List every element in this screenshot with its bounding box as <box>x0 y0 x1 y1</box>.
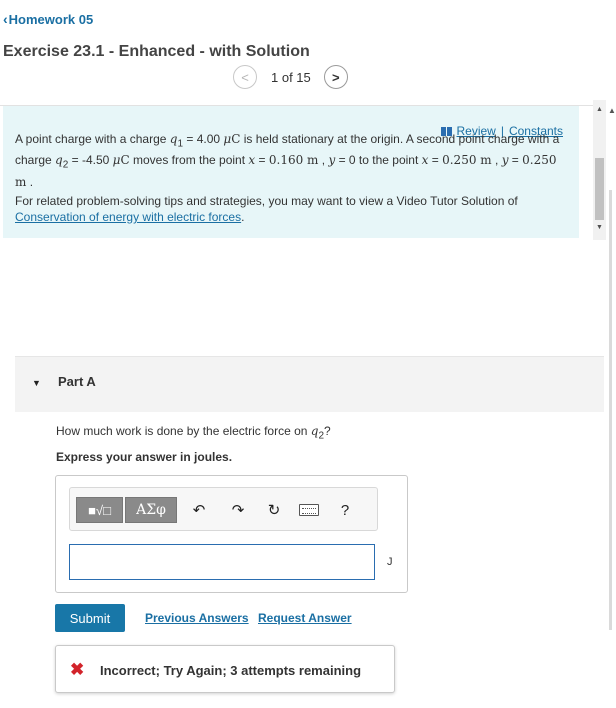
scroll-down-arrow-icon[interactable]: ▼ <box>593 222 606 234</box>
answer-unit: J <box>387 556 393 568</box>
answer-input[interactable] <box>69 544 375 580</box>
undo-icon[interactable]: ↶ <box>188 498 210 522</box>
back-link-label: Homework 05 <box>8 11 94 27</box>
previous-item-button[interactable]: < <box>233 65 257 89</box>
feedback-message: ✖ Incorrect; Try Again; 3 attempts remai… <box>55 645 395 693</box>
reset-icon[interactable]: ↻ <box>263 498 285 522</box>
chevron-left-icon: ‹ <box>3 11 8 27</box>
request-answer-link[interactable]: Request Answer <box>258 611 352 625</box>
problem-text: A point charge with a charge q1 = 4.00 μ… <box>15 132 560 189</box>
part-a-header[interactable]: ▼ Part A <box>15 356 604 412</box>
redo-icon[interactable]: ↷ <box>227 498 249 522</box>
error-x-icon: ✖ <box>70 660 85 679</box>
symbols-button[interactable]: ΑΣφ <box>125 497 177 523</box>
answer-area: ■√□ ΑΣφ ↶ ↷ ↻ ? J <box>55 475 408 593</box>
keyboard-glyph <box>299 504 319 516</box>
math-toolbar: ■√□ ΑΣφ ↶ ↷ ↻ ? <box>69 487 378 531</box>
caret-down-icon[interactable]: ▼ <box>32 378 41 388</box>
scroll-up-arrow-icon[interactable]: ▲ <box>593 104 606 116</box>
help-icon[interactable]: ? <box>334 498 356 522</box>
question-text: How much work is done by the electric fo… <box>56 424 331 442</box>
answer-instruction: Express your answer in joules. <box>56 450 233 464</box>
exercise-title: Exercise 23.1 - Enhanced - with Solution <box>3 43 310 60</box>
video-tutor-link[interactable]: Conservation of energy with electric for… <box>15 210 241 224</box>
feedback-text: Incorrect; Try Again; 3 attempts remaini… <box>100 663 362 678</box>
pager-position: 1 of 15 <box>271 69 311 85</box>
previous-answers-link[interactable]: Previous Answers <box>145 611 249 625</box>
scroll-thumb[interactable] <box>595 158 604 220</box>
page-scroll-up-icon[interactable]: ▲ <box>608 106 616 115</box>
page-scroll-track[interactable] <box>609 190 612 630</box>
submit-button[interactable]: Submit <box>55 604 125 632</box>
problem-statement: Review | Constants A point charge with a… <box>3 106 579 238</box>
templates-button[interactable]: ■√□ <box>76 497 123 523</box>
problem-scrollbar[interactable]: ▲ ▼ <box>593 100 606 240</box>
back-to-homework-link[interactable]: ‹ Homework 05 <box>3 11 93 27</box>
part-label: Part A <box>58 374 96 389</box>
next-item-button[interactable]: > <box>323 65 348 89</box>
related-tips-text: For related problem-solving tips and str… <box>15 194 518 224</box>
keyboard-icon[interactable] <box>298 498 320 522</box>
pager: < 1 of 15 > <box>233 65 348 89</box>
